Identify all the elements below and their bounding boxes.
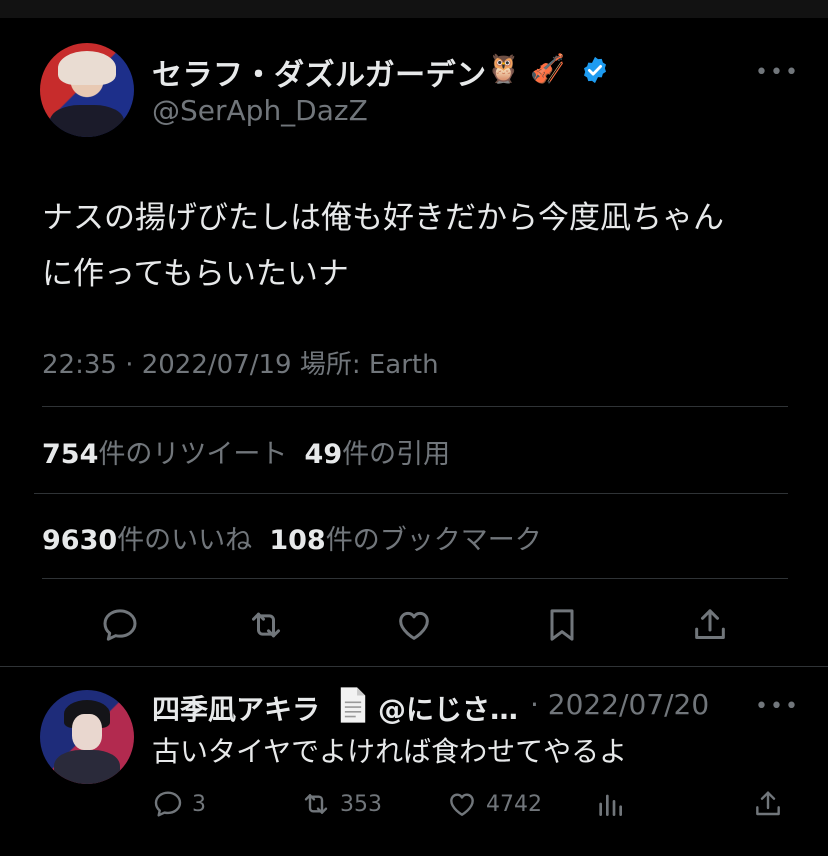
reply-retweet-button[interactable]: 353 xyxy=(300,786,382,822)
reply-button[interactable] xyxy=(100,604,140,646)
document-emoji-icon xyxy=(340,687,366,723)
like-button[interactable] xyxy=(394,604,434,646)
more-options-icon[interactable]: ••• xyxy=(755,694,800,719)
status-bar xyxy=(0,0,828,18)
like-bookmark-stats: 9630件のいいね 108件のブックマーク xyxy=(42,518,542,557)
verified-badge-icon xyxy=(584,56,606,84)
reply-count: 3 xyxy=(192,791,206,817)
bookmark-icon xyxy=(550,609,574,641)
heart-icon xyxy=(399,611,429,640)
author-handle[interactable]: @SerAph_DazZ xyxy=(152,94,368,127)
divider xyxy=(34,493,788,494)
retweet-count-label[interactable]: 件のリツイート xyxy=(98,439,287,470)
tweet-text-line: ナスの揚げびたしは俺も好きだから今度凪ちゃん xyxy=(42,200,724,236)
more-options-icon[interactable]: ••• xyxy=(755,60,800,85)
share-icon xyxy=(756,791,780,816)
reply-icon xyxy=(154,791,182,817)
reply-like-button[interactable]: 4742 xyxy=(446,786,542,822)
like-count: 4742 xyxy=(486,791,542,817)
quote-count-label[interactable]: 件の引用 xyxy=(342,439,450,470)
reply-icon xyxy=(103,609,137,641)
violin-emoji-icon: 🎻 xyxy=(530,52,565,85)
owl-emoji-icon: 🦉 xyxy=(486,52,521,85)
retweet-icon xyxy=(304,794,328,814)
reply-text: 古いタイヤでよければ食わせてやるよ xyxy=(152,735,628,768)
bookmark-count-label[interactable]: 件のブックマーク xyxy=(326,525,542,556)
share-button[interactable] xyxy=(690,604,730,646)
divider xyxy=(42,406,788,407)
analytics-icon xyxy=(599,794,622,816)
tweet-text-line: に作ってもらいたいナ xyxy=(42,256,349,292)
reply-author-display-name[interactable]: 四季凪アキラ xyxy=(152,688,320,728)
avatar[interactable] xyxy=(40,43,134,137)
divider xyxy=(0,666,828,667)
reply-date[interactable]: · 2022/07/20 xyxy=(530,688,709,721)
retweet-count[interactable]: 754 xyxy=(42,439,98,470)
tweet-text: ナスの揚げびたしは俺も好きだから今度凪ちゃん に作ってもらいたいナ xyxy=(42,190,802,302)
reply-reply-button[interactable]: 3 xyxy=(152,786,206,822)
analytics-button[interactable] xyxy=(594,786,626,822)
heart-icon xyxy=(450,793,474,816)
like-count[interactable]: 9630 xyxy=(42,525,117,556)
reply-share-button[interactable] xyxy=(752,786,784,822)
share-icon xyxy=(695,609,725,639)
retweet-button[interactable] xyxy=(246,604,286,646)
avatar[interactable] xyxy=(40,690,134,784)
bookmark-button[interactable] xyxy=(542,604,582,646)
tweet-timestamp-location[interactable]: 22:35 · 2022/07/19 場所: Earth xyxy=(42,344,439,381)
retweet-icon xyxy=(252,612,280,638)
author-display-name[interactable]: セラフ・ダズルガーデン xyxy=(152,50,487,94)
retweet-count: 353 xyxy=(340,791,382,817)
divider xyxy=(42,578,788,579)
bookmark-count[interactable]: 108 xyxy=(269,525,325,556)
quote-count[interactable]: 49 xyxy=(305,439,343,470)
like-count-label[interactable]: 件のいいね xyxy=(117,525,252,556)
retweet-quote-stats: 754件のリツイート 49件の引用 xyxy=(42,432,450,471)
reply-author-handle[interactable]: @にじさ… xyxy=(378,688,518,728)
